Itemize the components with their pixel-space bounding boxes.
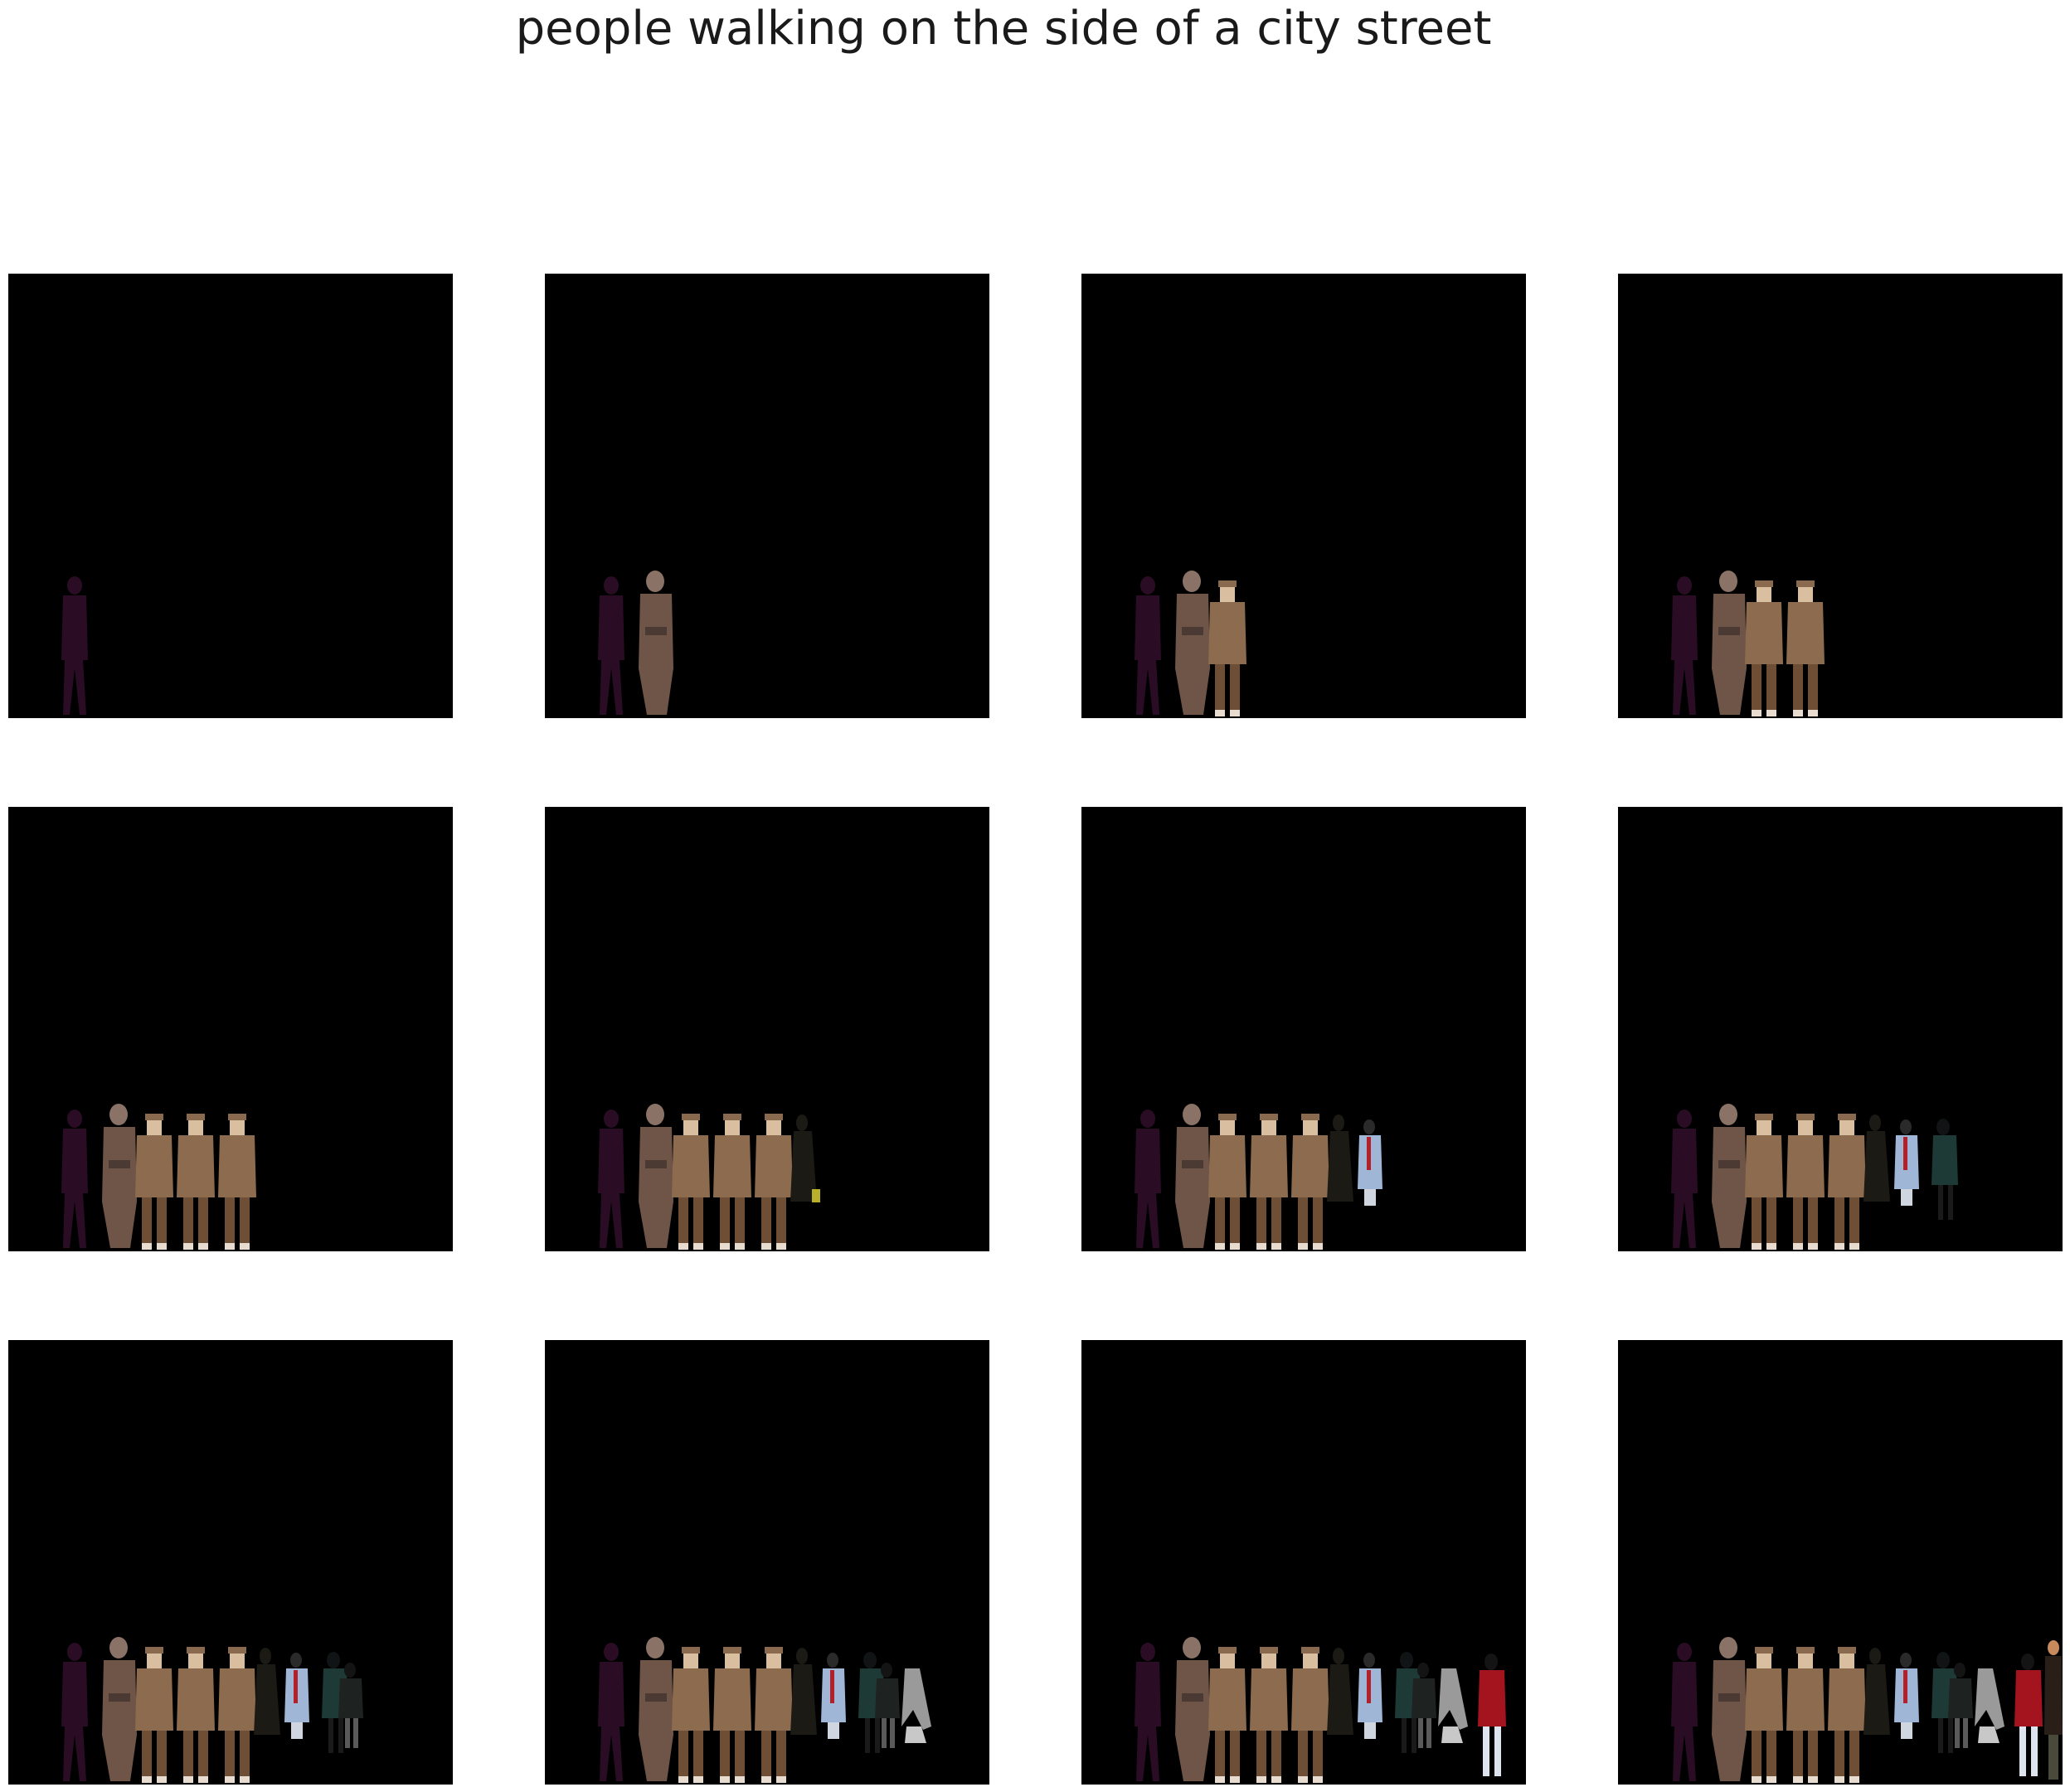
boy-figure [1250,1114,1288,1250]
boy-figure [177,1647,215,1783]
old-man-figure [639,1637,673,1781]
panel-12 [1618,1340,2063,1785]
boy-figure [1745,1114,1783,1250]
panel-7-scene [1135,1104,1382,1250]
panel-4-scene [1671,571,1825,716]
old-man-figure [1712,571,1747,715]
boy-figure [135,1647,173,1783]
old-man-figure [639,1104,673,1248]
purple-walker-figure [1671,1110,1698,1248]
boy-figure [672,1647,710,1783]
light-blue-coat-figure [821,1653,846,1739]
panel-6-scene [598,1104,820,1250]
panel-1-scene [61,576,88,715]
boy-figure [1745,1647,1783,1783]
panel-6 [545,807,989,1251]
boy-figure [1250,1647,1288,1783]
edge-person-figure [2044,1640,2063,1780]
old-man-figure [1712,1104,1747,1248]
panel-11-scene [1135,1637,1506,1783]
panel-10-scene [598,1637,931,1783]
purple-walker-figure [598,1110,624,1248]
boy-figure [1745,580,1783,716]
boy-figure [177,1114,215,1250]
old-man-figure [102,1104,137,1248]
panel-8-scene [1671,1104,1958,1250]
dark-woman-figure [790,1648,817,1735]
purple-walker-figure [1135,1643,1161,1781]
boy-figure [218,1114,256,1250]
dark-woman-yellow-figure [790,1115,820,1202]
light-blue-coat-figure [1894,1653,1919,1739]
boy-figure [1291,1647,1329,1783]
red-coat-figure [2014,1654,2043,1776]
panel-3-scene [1135,571,1246,716]
boy-figure [135,1114,173,1250]
dark-woman-figure [1327,1115,1353,1202]
light-blue-coat-figure [1358,1119,1382,1206]
old-man-figure [1712,1637,1747,1781]
boy-figure [713,1114,751,1250]
old-man-figure [102,1637,137,1781]
panel-1 [8,274,453,718]
purple-walker-figure [598,1643,624,1781]
panel-7 [1081,807,1526,1251]
light-blue-coat-figure [1894,1119,1919,1206]
boy-figure [1786,1114,1825,1250]
purple-walker-figure [1135,576,1161,715]
old-man-figure [639,571,673,715]
boy-figure [1208,1114,1246,1250]
light-blue-coat-figure [284,1653,309,1739]
panel-8 [1618,807,2063,1251]
panel-2 [545,274,989,718]
old-man-figure [1175,571,1210,715]
figure-title: people walking on the side of a city str… [515,2,1492,56]
old-man-figure [1175,1637,1210,1781]
panel-11 [1081,1340,1526,1785]
red-coat-figure [1478,1654,1506,1776]
dark-woman-figure [1863,1648,1890,1735]
panel-9-scene [61,1637,363,1783]
panel-4 [1618,274,2063,718]
grey-figure-figure [1438,1668,1468,1743]
old-man-figure [1175,1104,1210,1248]
boy-figure [1828,1647,1866,1783]
panel-5 [8,807,453,1251]
grey-figure-figure [901,1668,931,1743]
purple-walker-figure [61,1643,88,1781]
panel-3 [1081,274,1526,718]
purple-walker-figure [1671,1643,1698,1781]
purple-walker-figure [1135,1110,1161,1248]
boy-figure [672,1114,710,1250]
panel-5-scene [61,1104,256,1250]
panel-2-scene [598,571,673,715]
grey-figure-figure [1975,1668,2004,1743]
boy-figure [1828,1114,1866,1250]
boy-figure [218,1647,256,1783]
teal-walker-figure [1932,1119,1958,1220]
panel-10 [545,1340,989,1785]
purple-walker-figure [1671,576,1698,715]
boy-figure [755,1114,793,1250]
boy-figure [755,1647,793,1783]
dark-woman-figure [1327,1648,1353,1735]
purple-walker-figure [598,576,624,715]
boy-figure [1208,1647,1246,1783]
light-blue-coat-figure [1358,1653,1382,1739]
panel-9 [8,1340,453,1785]
boy-figure [1786,1647,1825,1783]
dark-woman-figure [254,1648,280,1735]
dark-woman-figure [1863,1115,1890,1202]
boy-figure [1786,580,1825,716]
purple-walker-figure [61,576,88,715]
boy-figure [1291,1114,1329,1250]
boy-figure [1208,580,1246,716]
boy-figure [713,1647,751,1783]
panel-12-scene [1671,1637,2063,1783]
purple-walker-figure [61,1110,88,1248]
